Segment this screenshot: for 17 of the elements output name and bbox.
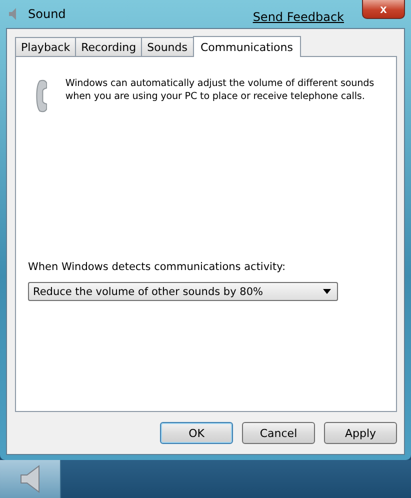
taskbar-button[interactable] bbox=[0, 460, 61, 498]
window-title: Sound bbox=[28, 7, 66, 21]
dialog-button[interactable]: Apply bbox=[324, 422, 397, 444]
activity-dropdown[interactable]: Reduce the volume of other sounds by 80% bbox=[28, 282, 338, 301]
tab[interactable]: Communications bbox=[192, 36, 301, 57]
tab[interactable]: Playback bbox=[15, 37, 76, 56]
tab[interactable]: Sounds bbox=[141, 37, 194, 56]
send-feedback-link[interactable]: Send Feedback bbox=[252, 10, 344, 24]
close-button[interactable]: x bbox=[362, 0, 405, 19]
speaker-icon bbox=[19, 465, 41, 493]
tab[interactable]: Recording bbox=[75, 37, 142, 56]
phone-handset-icon bbox=[36, 79, 48, 113]
dialog-button[interactable]: Cancel bbox=[242, 422, 315, 444]
dialog-button[interactable]: OK bbox=[160, 422, 233, 444]
dropdown-arrow-icon bbox=[323, 289, 331, 294]
description-text: Windows can automatically adjust the volume of different sounds when you are using your PC to place or receive telephone calls. bbox=[65, 77, 375, 103]
activity-label: When Windows detects communications activity: bbox=[28, 261, 287, 273]
